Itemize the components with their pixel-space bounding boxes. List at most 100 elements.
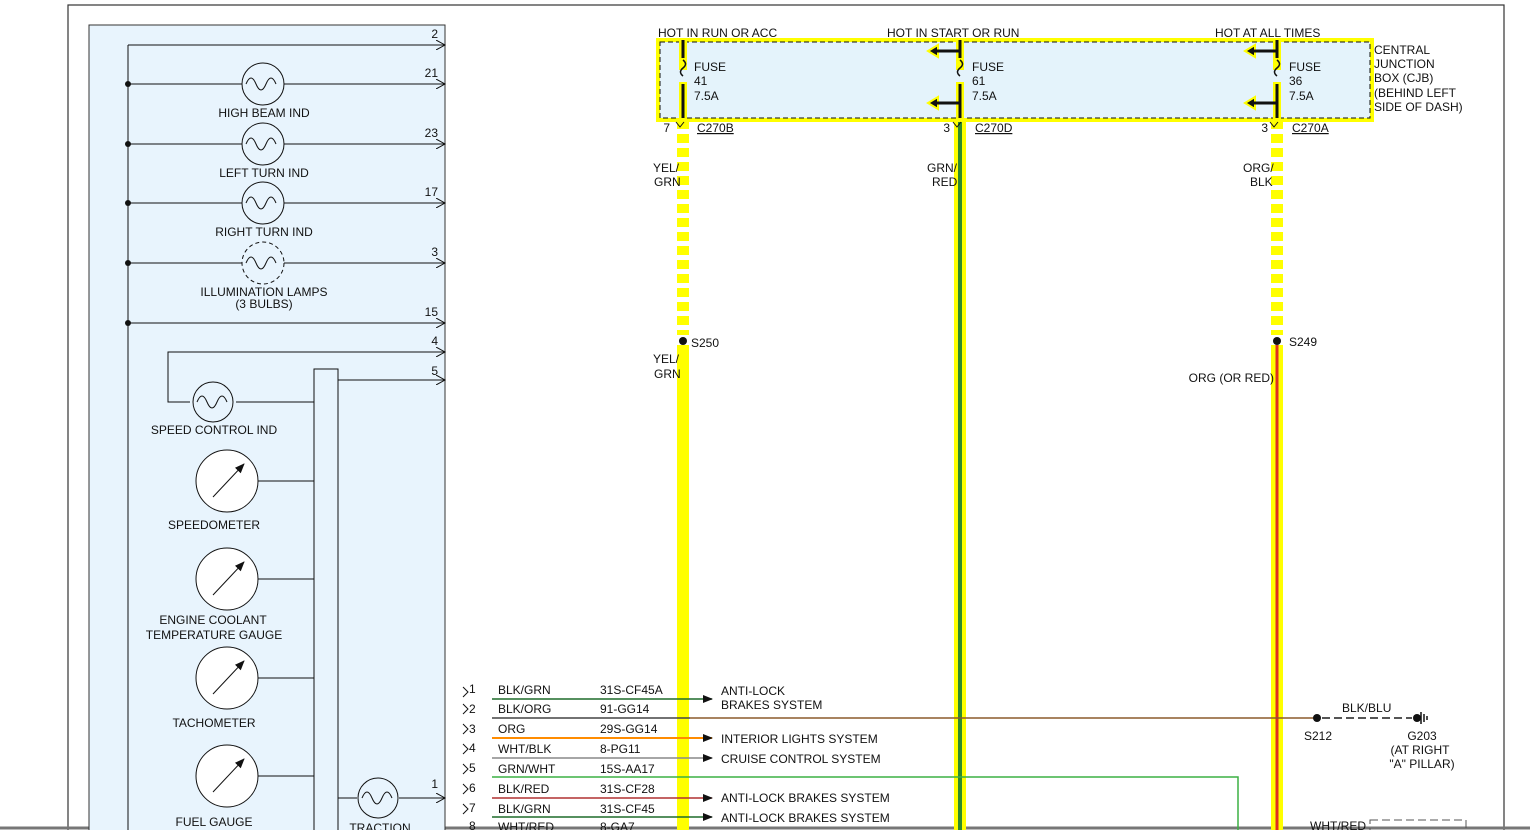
cluster-module bbox=[313, 368, 339, 830]
high-beam-label: HIGH BEAM IND bbox=[218, 106, 310, 120]
row-4-dest: CRUISE CONTROL SYSTEM bbox=[721, 752, 881, 766]
wire-org-blk-1: ORG/ bbox=[1243, 161, 1274, 175]
row-1-pin: 1 bbox=[469, 682, 476, 696]
illumination-bulb-icon bbox=[241, 241, 285, 285]
row-8-pin: 8 bbox=[469, 819, 476, 830]
fuse-61-word: FUSE bbox=[972, 60, 1004, 74]
right-turn-label: RIGHT TURN IND bbox=[215, 225, 313, 239]
fuse-41-number: 41 bbox=[694, 74, 708, 88]
ground-symbol-icon bbox=[1420, 712, 1428, 724]
speedometer-label: SPEEDOMETER bbox=[168, 518, 260, 532]
wire-grn-red-1: GRN/ bbox=[927, 161, 958, 175]
pin-5: 5 bbox=[431, 364, 438, 378]
feed-yel-grn bbox=[677, 120, 689, 830]
row-1-circuit: 31S-CF45A bbox=[600, 683, 663, 697]
pin-2: 2 bbox=[431, 27, 438, 41]
power-start-run-label: HOT IN START OR RUN bbox=[887, 26, 1019, 40]
splice-s249-dot bbox=[1273, 337, 1281, 345]
c270d-pin: 3 bbox=[943, 121, 950, 135]
fuel-gauge-label: FUEL GAUGE bbox=[176, 815, 253, 829]
row-2-color: BLK/ORG bbox=[498, 702, 551, 716]
fuse-36-number: 36 bbox=[1289, 74, 1303, 88]
row-2-circuit: 91-GG14 bbox=[600, 702, 650, 716]
c270a-pin: 3 bbox=[1261, 121, 1268, 135]
fuse-61-rating: 7.5A bbox=[972, 89, 997, 103]
traction-label: TRACTION bbox=[349, 821, 410, 830]
row-4-pin: 4 bbox=[469, 741, 476, 755]
cjb-label-5: SIDE OF DASH) bbox=[1374, 100, 1463, 114]
fuse-61-number: 61 bbox=[972, 74, 986, 88]
splice-s212-dot bbox=[1313, 714, 1321, 722]
bottom-wire-label: WHT/RED bbox=[1310, 819, 1366, 830]
row-6-color: BLK/RED bbox=[498, 782, 550, 796]
s250-wire-2: GRN bbox=[654, 367, 681, 381]
row-4-color: WHT/BLK bbox=[498, 742, 551, 756]
fuse-36-rating: 7.5A bbox=[1289, 89, 1314, 103]
row-3-dest: INTERIOR LIGHTS SYSTEM bbox=[721, 732, 878, 746]
traction-bulb-icon bbox=[357, 777, 399, 819]
pin-23: 23 bbox=[425, 126, 439, 140]
coolant-label-2: TEMPERATURE GAUGE bbox=[146, 628, 282, 642]
row-5-color: GRN/WHT bbox=[498, 762, 556, 776]
row-7-pin: 7 bbox=[469, 801, 476, 815]
splice-s212-label: S212 bbox=[1304, 729, 1332, 743]
splice-s250-label: S250 bbox=[691, 336, 719, 350]
row-3-color: ORG bbox=[498, 722, 525, 736]
row-6-dest: ANTI-LOCK BRAKES SYSTEM bbox=[721, 791, 890, 805]
row-3-pin: 3 bbox=[469, 722, 476, 736]
fuse-36-word: FUSE bbox=[1289, 60, 1321, 74]
splice-s250-dot bbox=[679, 337, 687, 345]
pin-1: 1 bbox=[431, 777, 438, 791]
tachometer-label: TACHOMETER bbox=[172, 716, 255, 730]
fuse-41-word: FUSE bbox=[694, 60, 726, 74]
speed-control-label: SPEED CONTROL IND bbox=[151, 423, 278, 437]
row-7-circuit: 31S-CF45 bbox=[600, 802, 655, 816]
splice-s249-label: S249 bbox=[1289, 335, 1317, 349]
high-beam-bulb-icon bbox=[241, 62, 285, 106]
s250-wire-1: YEL/ bbox=[653, 352, 680, 366]
wiring-diagram: 2 21 HIGH BEAM IND 23 LEFT TURN IND 17 R… bbox=[0, 4, 1530, 830]
row-6-pin: 6 bbox=[469, 781, 476, 795]
row-4-circuit: 8-PG11 bbox=[600, 742, 641, 756]
ground-label-3: "A" PILLAR) bbox=[1389, 757, 1454, 771]
pin-4: 4 bbox=[431, 334, 438, 348]
pin-3: 3 bbox=[431, 245, 438, 259]
cjb-label-4: (BEHIND LEFT bbox=[1374, 86, 1457, 100]
ground-wire-label: BLK/BLU bbox=[1342, 701, 1391, 715]
power-all-times-label: HOT AT ALL TIMES bbox=[1215, 26, 1320, 40]
speed-control-bulb-icon bbox=[192, 381, 234, 423]
pin-17: 17 bbox=[425, 185, 439, 199]
feed-org-blk bbox=[1271, 120, 1283, 830]
row-1-color: BLK/GRN bbox=[498, 683, 551, 697]
row-1-dest: ANTI-LOCK bbox=[721, 684, 785, 698]
s249-wire: ORG (OR RED) bbox=[1189, 371, 1274, 385]
c270d-connector: C270D bbox=[975, 121, 1013, 135]
pin-21: 21 bbox=[425, 66, 439, 80]
wire-org-blk-2: BLK bbox=[1250, 175, 1273, 189]
row-2-dest: BRAKES SYSTEM bbox=[721, 698, 822, 712]
wire-yel-grn-1: YEL/ bbox=[653, 161, 680, 175]
instrument-cluster: 2 21 HIGH BEAM IND 23 LEFT TURN IND 17 R… bbox=[88, 24, 445, 830]
cjb-label-1: CENTRAL bbox=[1374, 43, 1430, 57]
row-2-pin: 2 bbox=[469, 702, 476, 716]
wire-grn-red-2: RED bbox=[932, 175, 958, 189]
row-8-color: WHT/RED bbox=[498, 820, 554, 830]
row-6-circuit: 31S-CF28 bbox=[600, 782, 655, 796]
right-turn-bulb-icon bbox=[241, 181, 285, 225]
wire-yel-grn-2: GRN bbox=[654, 175, 681, 189]
row-7-color: BLK/GRN bbox=[498, 802, 551, 816]
c270b-pin: 7 bbox=[663, 121, 670, 135]
c270a-connector: C270A bbox=[1292, 121, 1329, 135]
power-run-acc-label: HOT IN RUN OR ACC bbox=[658, 26, 777, 40]
left-turn-bulb-icon bbox=[241, 122, 285, 166]
illumination-sub: (3 BULBS) bbox=[235, 297, 292, 311]
row-5-pin: 5 bbox=[469, 761, 476, 775]
row-3-circuit: 29S-GG14 bbox=[600, 722, 658, 736]
ground-label-1: G203 bbox=[1407, 729, 1437, 743]
coolant-label-1: ENGINE COOLANT bbox=[159, 613, 267, 627]
ground-label-2: (AT RIGHT bbox=[1391, 743, 1451, 757]
row-7-dest: ANTI-LOCK BRAKES SYSTEM bbox=[721, 811, 890, 825]
cjb-label-2: JUNCTION bbox=[1374, 57, 1435, 71]
c270b-connector: C270B bbox=[697, 121, 734, 135]
central-junction-box: FUSE 41 7.5A FUSE 61 7.5A FUSE 36 7.5A C… bbox=[656, 38, 1463, 122]
